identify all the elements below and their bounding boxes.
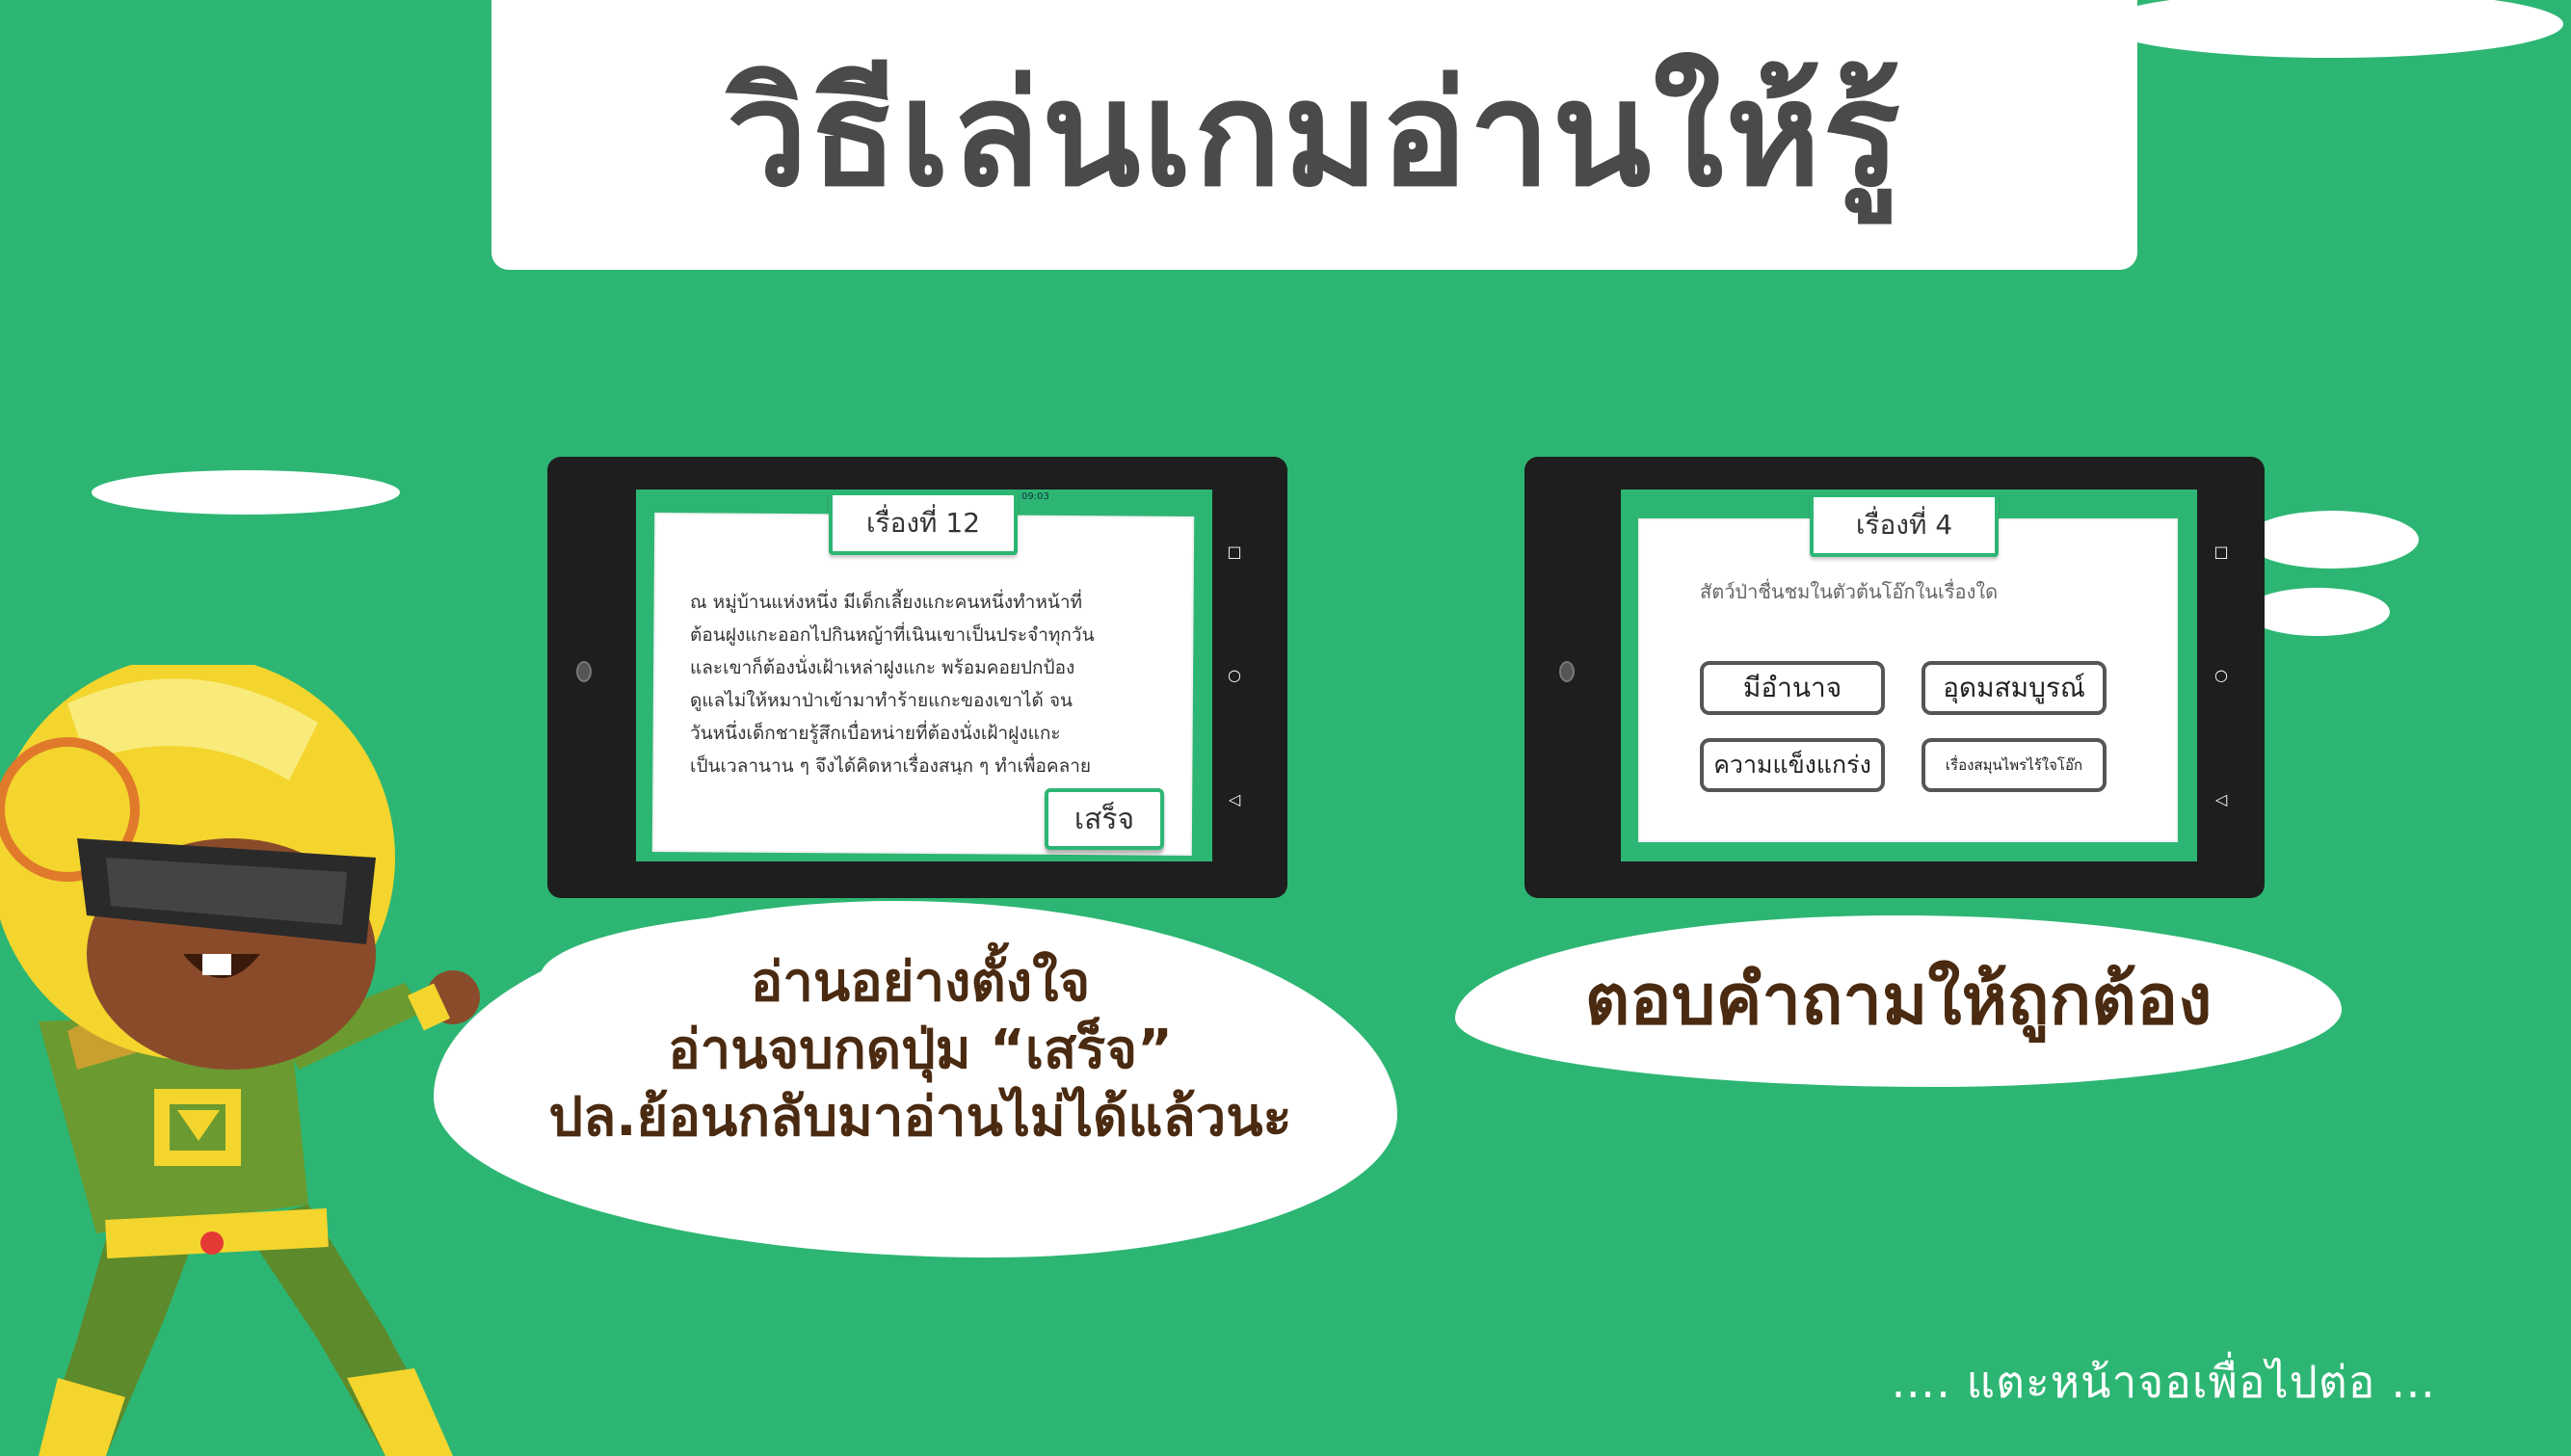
choice-button-3[interactable]: ความแข็งแกร่ง [1700,738,1885,792]
instruction-line-1: อ่านอย่างตั้งใจ [750,951,1091,1014]
story-text: ณ หมู่บ้านแห่งหนึ่ง มีเด็กเลี้ยงแกะคนหนึ… [690,592,1095,775]
finish-button[interactable]: เสร็จ [1045,788,1164,850]
reading-instructions: อ่านอย่างตั้งใจ อ่านจบกดปุ่ม “เสร็จ” ปล.… [443,949,1397,1152]
cloud-top-right [2101,0,2563,58]
instruction-line-3: ปล.ย้อนกลับมาอ่านไม่ได้แล้วนะ [548,1086,1292,1149]
choice-button-2[interactable]: อุดมสมบูรณ์ [1922,661,2107,715]
android-nav-bar: □ ○ ◁ [2199,490,2243,861]
cloud-right-1 [2245,511,2419,569]
cloud-left [92,470,400,515]
choice-button-4[interactable]: เรื่องสมุนไพรไร้ใจโอ๊ก [1922,738,2107,792]
android-nav-bar: □ ○ ◁ [1212,490,1257,861]
back-icon[interactable]: ◁ [1229,790,1240,808]
tap-to-continue[interactable]: …. แตะหน้าจอเพื่อไปต่อ … [1891,1347,2436,1417]
reading-screen[interactable]: 09:03 ณ หมู่บ้านแห่งหนึ่ง มีเด็กเลี้ยงแก… [636,490,1212,861]
timer-label: 09:03 [1021,491,1049,502]
recent-apps-icon[interactable]: □ [2213,543,2228,561]
tablet-camera [1559,661,1575,682]
tablet-reading: 09:03 ณ หมู่บ้านแห่งหนึ่ง มีเด็กเลี้ยงแก… [547,457,1287,898]
cloud-right-2 [2245,588,2390,636]
tablet-camera [576,661,592,682]
recent-apps-icon[interactable]: □ [1227,543,1241,561]
story-number-tag: เรื่องที่ 12 [829,491,1018,555]
home-icon[interactable]: ○ [1228,666,1241,684]
choice-button-1[interactable]: มีอำนาจ [1700,661,1885,715]
instruction-line-2: อ่านจบกดปุ่ม “เสร็จ” [668,1019,1173,1081]
question-text: สัตว์ป่าชื่นชมในตัวต้นโอ๊กในเรื่องใด [1700,580,1999,603]
home-icon[interactable]: ○ [2214,666,2228,684]
answer-instruction: ตอบคำถามให้ถูกต้อง [1584,959,2213,1040]
back-icon[interactable]: ◁ [2215,790,2227,808]
story-number-tag: เรื่องที่ 4 [1810,493,1999,557]
page-title: วิธีเล่นเกมอ่านให้รู้ [726,51,1903,219]
quiz-screen: เรื่องที่ 4 สัตว์ป่าชื่นชมในตัวต้นโอ๊กใน… [1621,490,2197,861]
title-banner: วิธีเล่นเกมอ่านให้รู้ [491,0,2137,270]
tablet-quiz: เรื่องที่ 4 สัตว์ป่าชื่นชมในตัวต้นโอ๊กใน… [1524,457,2265,898]
